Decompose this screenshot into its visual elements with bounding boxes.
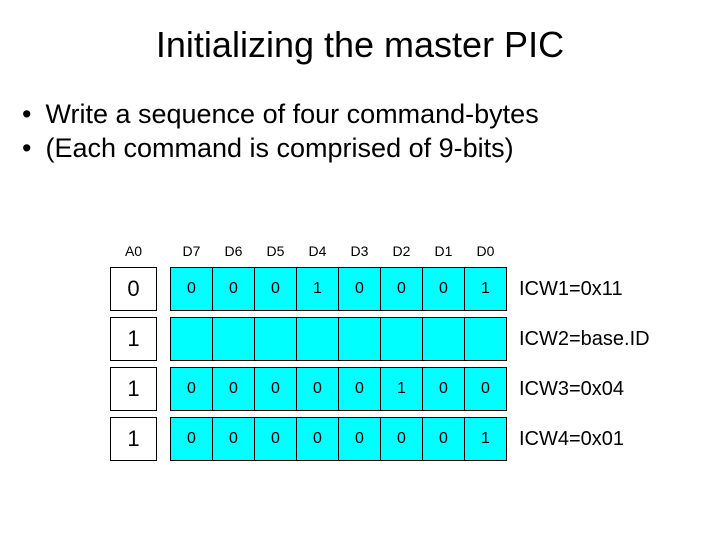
col-header: D3 (339, 240, 381, 268)
slide-title: Initializing the master PIC (0, 0, 720, 66)
bit-cell (339, 318, 381, 361)
col-header: D1 (423, 240, 465, 268)
a0-cell: 0 (111, 268, 157, 311)
col-header: D4 (297, 240, 339, 268)
bit-cell (171, 318, 213, 361)
table-row: 0 0 0 0 1 0 0 0 1 ICW1=0x11 (111, 268, 680, 311)
bit-cell (297, 318, 339, 361)
col-header: A0 (111, 240, 157, 268)
bit-cell (213, 318, 255, 361)
bit-cell: 0 (213, 418, 255, 461)
table-header-row: A0 D7 D6 D5 D4 D3 D2 D1 D0 (111, 240, 680, 268)
bullet-item: (Each command is comprised of 9-bits) (22, 132, 720, 166)
bit-cell: 1 (381, 368, 423, 411)
bit-cell: 0 (297, 418, 339, 461)
table-row: 1 0 0 0 0 0 1 0 0 ICW3=0x04 (111, 368, 680, 411)
bit-cell: 0 (465, 368, 507, 411)
bit-cell: 0 (171, 368, 213, 411)
bullet-item: Write a sequence of four command-bytes (22, 98, 720, 132)
bit-cell: 0 (255, 368, 297, 411)
bit-cell: 0 (339, 368, 381, 411)
table-row: 1 ICW2=base.ID (111, 318, 680, 361)
bit-cell: 0 (255, 268, 297, 311)
bit-cell: 0 (339, 418, 381, 461)
bit-cell (465, 318, 507, 361)
bit-cell: 0 (381, 418, 423, 461)
bit-cell (423, 318, 465, 361)
bit-cell (255, 318, 297, 361)
bit-cell: 0 (213, 268, 255, 311)
bit-cell: 0 (423, 368, 465, 411)
bit-cell: 0 (213, 368, 255, 411)
col-header: D2 (381, 240, 423, 268)
row-label: ICW4=0x01 (507, 418, 680, 461)
col-header: D5 (255, 240, 297, 268)
bit-cell: 1 (297, 268, 339, 311)
bit-cell: 0 (297, 368, 339, 411)
col-header: D6 (213, 240, 255, 268)
row-label: ICW2=base.ID (507, 318, 680, 361)
bit-cell: 0 (381, 268, 423, 311)
col-header: D0 (465, 240, 507, 268)
bit-cell: 0 (423, 418, 465, 461)
bullet-list: Write a sequence of four command-bytes (… (22, 98, 720, 166)
bit-table: A0 D7 D6 D5 D4 D3 D2 D1 D0 0 0 0 0 1 0 (110, 240, 680, 461)
row-label: ICW3=0x04 (507, 368, 680, 411)
bit-cell: 0 (255, 418, 297, 461)
bit-cell (381, 318, 423, 361)
a0-cell: 1 (111, 368, 157, 411)
bit-cell: 1 (465, 268, 507, 311)
col-header: D7 (171, 240, 213, 268)
bit-cell: 0 (339, 268, 381, 311)
bit-cell: 1 (465, 418, 507, 461)
bit-cell: 0 (171, 268, 213, 311)
a0-cell: 1 (111, 318, 157, 361)
row-label: ICW1=0x11 (507, 268, 680, 311)
bit-cell: 0 (171, 418, 213, 461)
bit-cell: 0 (423, 268, 465, 311)
table-row: 1 0 0 0 0 0 0 0 1 ICW4=0x01 (111, 418, 680, 461)
a0-cell: 1 (111, 418, 157, 461)
